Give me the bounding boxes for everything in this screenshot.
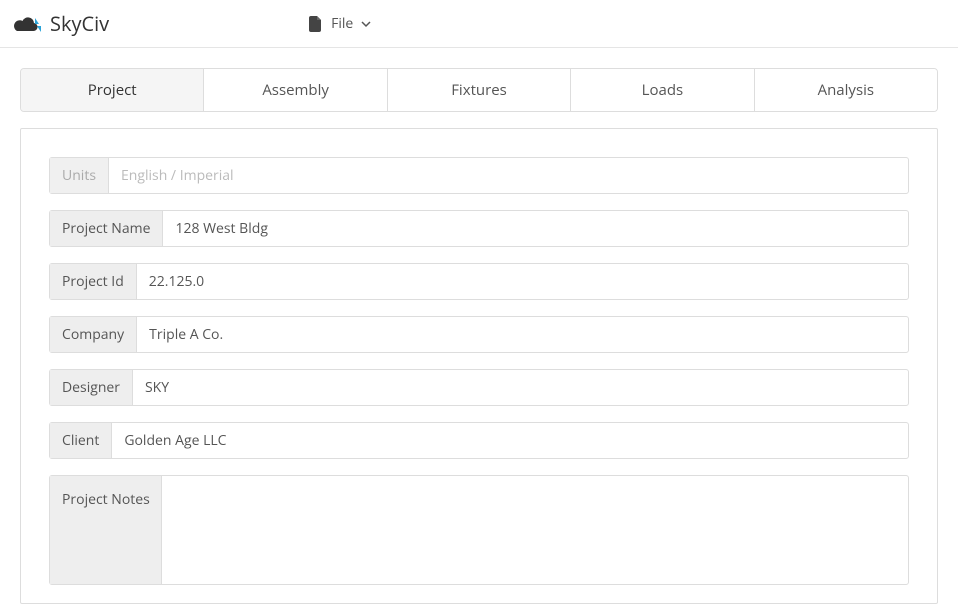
brand-text: SkyCiv	[50, 10, 109, 37]
tab-analysis[interactable]: Analysis	[755, 69, 937, 111]
tab-bar: Project Assembly Fixtures Loads Analysis	[20, 68, 938, 112]
field-designer: Designer	[49, 369, 909, 406]
topbar: SkyCiv File	[0, 0, 958, 48]
project-name-input[interactable]	[163, 211, 908, 246]
chevron-down-icon	[361, 19, 371, 29]
arrows-icon	[28, 15, 48, 35]
field-label: Company	[50, 317, 137, 352]
field-project-id: Project Id	[49, 263, 909, 300]
field-client: Client	[49, 422, 909, 459]
company-input[interactable]	[137, 317, 908, 352]
main-content: Project Assembly Fixtures Loads Analysis…	[0, 48, 958, 604]
designer-input[interactable]	[133, 370, 908, 405]
project-id-input[interactable]	[137, 264, 908, 299]
tab-fixtures[interactable]: Fixtures	[388, 69, 571, 111]
tab-label: Assembly	[262, 80, 329, 100]
tab-project[interactable]: Project	[21, 69, 204, 111]
brand-logo: SkyCiv	[12, 10, 109, 37]
tab-loads[interactable]: Loads	[571, 69, 754, 111]
field-label: Units	[50, 158, 109, 193]
file-icon	[309, 16, 323, 32]
field-label: Designer	[50, 370, 133, 405]
file-menu-label: File	[331, 14, 353, 33]
field-label: Client	[50, 423, 112, 458]
tab-assembly[interactable]: Assembly	[204, 69, 387, 111]
tab-label: Project	[88, 80, 137, 100]
client-input[interactable]	[112, 423, 908, 458]
field-project-name: Project Name	[49, 210, 909, 247]
tab-label: Loads	[642, 80, 684, 100]
units-input	[109, 158, 908, 193]
file-menu[interactable]: File	[309, 14, 371, 33]
project-panel: Units Project Name Project Id Company De…	[20, 128, 938, 604]
field-project-notes: Project Notes	[49, 475, 909, 585]
tab-label: Fixtures	[451, 80, 507, 100]
field-company: Company	[49, 316, 909, 353]
field-units: Units	[49, 157, 909, 194]
field-label: Project Notes	[50, 476, 162, 584]
field-label: Project Name	[50, 211, 163, 246]
project-notes-textarea[interactable]	[162, 476, 908, 584]
tab-label: Analysis	[818, 80, 874, 100]
field-label: Project Id	[50, 264, 137, 299]
